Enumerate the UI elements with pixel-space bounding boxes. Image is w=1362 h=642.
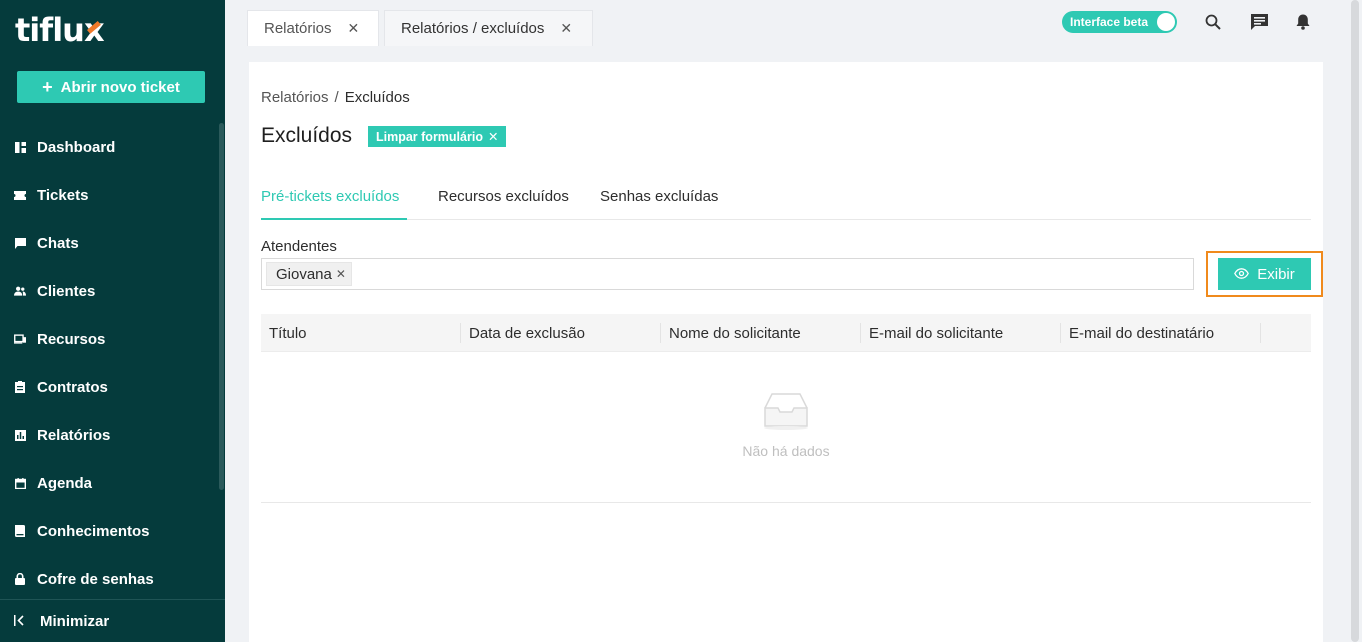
- new-ticket-label: Abrir novo ticket: [60, 78, 180, 96]
- bell-icon[interactable]: [1293, 12, 1313, 32]
- tab-label: Relatórios / excluídos: [401, 20, 545, 37]
- sidebar-item-cofre-de-senhas[interactable]: Cofre de senhas: [0, 555, 225, 603]
- message-icon[interactable]: [1249, 12, 1269, 32]
- remove-tag-icon[interactable]: ✕: [336, 267, 346, 281]
- show-button-label: Exibir: [1257, 265, 1295, 283]
- knowledge-icon: [14, 525, 26, 537]
- sidebar-item-label: Cofre de senhas: [37, 570, 154, 588]
- contracts-icon: [14, 381, 26, 393]
- attendants-label: Atendentes: [261, 238, 337, 255]
- sidebar-item-agenda[interactable]: Agenda: [0, 459, 225, 507]
- sidebar-item-label: Agenda: [37, 474, 93, 492]
- breadcrumb-current: Excluídos: [344, 89, 410, 106]
- table-header: Título Data de exclusão Nome do solicita…: [261, 314, 1311, 352]
- sidebar-item-contratos[interactable]: Contratos: [0, 363, 225, 411]
- column-header-label: Data de exclusão: [469, 324, 585, 342]
- tab-senhas-excluidas[interactable]: Senhas excluídas: [600, 188, 718, 220]
- minimize-button[interactable]: Minimizar: [0, 599, 225, 642]
- logo-x: x: [83, 11, 105, 49]
- page-title: Excluídos: [261, 124, 353, 147]
- sidebar-item-dashboard[interactable]: Dashboard: [0, 123, 225, 171]
- empty-state: Não há dados: [261, 352, 1311, 503]
- top-bar: Relatórios ✕ Relatórios / excluídos ✕ In…: [225, 0, 1362, 46]
- collapse-left-icon: [14, 613, 26, 630]
- content-tabs: Pré-tickets excluídos Recursos excluídos…: [261, 180, 1311, 220]
- sidebar-item-conhecimentos[interactable]: Conhecimentos: [0, 507, 225, 555]
- sidebar-item-label: Dashboard: [37, 138, 116, 156]
- plus-icon: +: [42, 77, 53, 97]
- column-header-email-solicitante[interactable]: E-mail do solicitante: [861, 314, 1061, 352]
- column-header-nome-solicitante[interactable]: Nome do solicitante: [661, 314, 861, 352]
- sidebar-nav: Dashboard Tickets Chats Clientes Recurso…: [0, 123, 225, 603]
- sidebar: tiflu x + Abrir novo ticket Dashboard Tic…: [0, 0, 225, 642]
- sidebar-item-label: Clientes: [37, 282, 96, 300]
- main-card: Relatórios / Excluídos Excluídos Limpar fo…: [249, 62, 1323, 642]
- sidebar-item-chats[interactable]: Chats: [0, 219, 225, 267]
- clients-icon: [14, 285, 26, 297]
- show-button[interactable]: Exibir: [1218, 258, 1311, 290]
- resources-icon: [14, 333, 26, 345]
- tab-recursos-excluidos[interactable]: Recursos excluídos: [438, 188, 569, 220]
- clear-form-button[interactable]: Limpar formulário ✕: [368, 126, 507, 147]
- ticket-icon: [14, 189, 26, 201]
- sidebar-item-clientes[interactable]: Clientes: [0, 267, 225, 315]
- sidebar-item-tickets[interactable]: Tickets: [0, 171, 225, 219]
- sidebar-item-label: Tickets: [37, 186, 89, 204]
- close-icon[interactable]: ✕: [348, 20, 360, 37]
- column-header-email-destinatario[interactable]: E-mail do destinatário: [1061, 314, 1261, 352]
- column-header-label: Título: [269, 324, 307, 342]
- calendar-icon: [14, 477, 26, 489]
- logo-text: tiflu: [15, 11, 85, 49]
- sidebar-item-label: Conhecimentos: [37, 522, 150, 540]
- tag-label: Giovana: [276, 265, 332, 283]
- column-header-label: E-mail do solicitante: [869, 324, 1004, 342]
- tab-pre-tickets-excluidos[interactable]: Pré-tickets excluídos: [261, 188, 407, 220]
- deleted-table: Título Data de exclusão Nome do solicita…: [261, 314, 1311, 503]
- reports-icon: [14, 429, 26, 441]
- breadcrumb-parent[interactable]: Relatórios: [261, 89, 329, 106]
- clear-form-label: Limpar formulário: [376, 129, 483, 144]
- minimize-label: Minimizar: [40, 612, 110, 630]
- toggle-knob: [1157, 13, 1175, 31]
- column-header-data-exclusao[interactable]: Data de exclusão: [461, 314, 661, 352]
- sidebar-item-relatorios[interactable]: Relatórios: [0, 411, 225, 459]
- column-divider: [1260, 323, 1261, 343]
- lock-icon: [14, 573, 26, 585]
- page-scrollbar[interactable]: [1351, 0, 1359, 642]
- eye-icon: [1234, 266, 1250, 283]
- sidebar-item-label: Chats: [37, 234, 79, 252]
- column-header-label: Nome do solicitante: [669, 324, 801, 342]
- sidebar-item-label: Contratos: [37, 378, 108, 396]
- selected-tag: Giovana ✕: [266, 262, 352, 286]
- sidebar-item-recursos[interactable]: Recursos: [0, 315, 225, 363]
- breadcrumb-separator: /: [334, 89, 339, 106]
- tab-relatorios[interactable]: Relatórios ✕: [247, 10, 379, 46]
- tab-label: Relatórios: [264, 20, 332, 37]
- interface-beta-toggle[interactable]: Interface beta: [1062, 11, 1177, 33]
- empty-inbox-icon: [764, 393, 808, 430]
- column-header-label: E-mail do destinatário: [1069, 324, 1215, 342]
- close-icon: ✕: [487, 130, 499, 144]
- new-ticket-button[interactable]: + Abrir novo ticket: [17, 71, 205, 103]
- sidebar-item-label: Recursos: [37, 330, 106, 348]
- chat-icon: [14, 237, 26, 249]
- attendants-select[interactable]: Giovana ✕: [261, 258, 1194, 290]
- tab-relatorios-excluidos[interactable]: Relatórios / excluídos ✕: [384, 10, 593, 46]
- beta-toggle-label: Interface beta: [1070, 15, 1149, 29]
- search-icon[interactable]: [1203, 12, 1223, 32]
- sidebar-item-label: Relatórios: [37, 426, 111, 444]
- tiflux-logo[interactable]: tiflu x: [15, 11, 105, 49]
- close-icon[interactable]: ✕: [560, 20, 572, 37]
- column-header-titulo[interactable]: Título: [261, 314, 461, 352]
- empty-state-text: Não há dados: [742, 443, 830, 459]
- dashboard-icon: [14, 141, 26, 153]
- breadcrumb: Relatórios / Excluídos: [261, 89, 410, 106]
